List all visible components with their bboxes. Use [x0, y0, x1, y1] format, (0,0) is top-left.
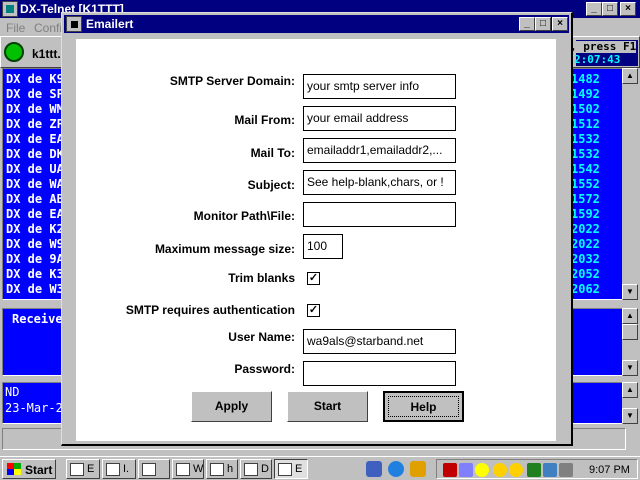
scroll-thumb[interactable]: [622, 324, 638, 340]
emailert-dialog: Emailert _ □ × SMTP Server Domain: Mail …: [61, 12, 573, 446]
start-label: Start: [25, 463, 53, 477]
smtp-server-label: SMTP Server Domain:: [169, 74, 295, 88]
dx-telnet-app-icon[interactable]: [2, 1, 18, 17]
emailert-app-icon[interactable]: [66, 16, 82, 32]
scroll-down-icon[interactable]: ▼: [622, 360, 638, 376]
start-menu-button[interactable]: Start: [2, 459, 56, 479]
spot-time: 1592: [571, 207, 600, 221]
sun-icon[interactable]: [509, 463, 523, 477]
monitor-path-label: Monitor Path\File:: [193, 209, 295, 223]
scroll-down-icon[interactable]: ▼: [622, 408, 638, 424]
help-hint-panel: , press F1 2:07:43: [570, 40, 638, 66]
spot-time: 2052: [571, 267, 600, 281]
taskbar-task-active[interactable]: E: [274, 459, 308, 479]
minimize-icon[interactable]: _: [519, 17, 535, 31]
media-player-icon[interactable]: [410, 461, 426, 477]
spot-time: 1502: [571, 102, 600, 116]
task-icon: [176, 463, 190, 476]
taskbar-task[interactable]: D: [240, 459, 272, 479]
system-tray: 9:07 PM: [436, 459, 638, 479]
scroll-up-icon[interactable]: ▲: [622, 308, 638, 324]
maximize-icon[interactable]: □: [535, 17, 551, 31]
smtp-auth-checkbox[interactable]: ✓: [307, 304, 320, 317]
minimize-icon[interactable]: _: [586, 2, 602, 16]
taskbar-task[interactable]: h: [206, 459, 238, 479]
user-name-input[interactable]: wa9als@starband.net: [303, 329, 456, 354]
emailert-form: SMTP Server Domain: Mail From: Mail To: …: [76, 39, 556, 441]
task-icon: [210, 463, 224, 476]
taskbar-task[interactable]: [138, 459, 170, 479]
utc-clock: 2:07:43: [574, 53, 621, 66]
spot-time: 2022: [571, 237, 600, 251]
tray-icon[interactable]: [559, 463, 573, 477]
network-icon[interactable]: [543, 463, 557, 477]
tray-icon[interactable]: [443, 463, 457, 477]
task-icon: [106, 463, 120, 476]
spot-time: 2032: [571, 252, 600, 266]
password-input[interactable]: [303, 361, 456, 386]
emailert-title: Emailert: [86, 17, 134, 31]
spot-time: 2062: [571, 282, 600, 296]
traffic-light-icon[interactable]: [527, 463, 541, 477]
scroll-up-icon[interactable]: ▲: [622, 68, 638, 84]
taskbar-task[interactable]: E: [66, 459, 100, 479]
quick-launch-icon[interactable]: [366, 461, 382, 477]
mail-from-input[interactable]: your email address: [303, 106, 456, 131]
taskbar-task[interactable]: I.: [102, 459, 136, 479]
task-icon: [244, 463, 258, 476]
spot-time: 2022: [571, 222, 600, 236]
help-button[interactable]: Help: [383, 391, 464, 422]
spot-time: 1512: [571, 117, 600, 131]
spot-time: 1492: [571, 87, 600, 101]
task-icon: [142, 463, 156, 476]
taskbar-task[interactable]: W: [172, 459, 204, 479]
smtp-auth-label: SMTP requires authentication: [125, 303, 295, 317]
smtp-server-input[interactable]: your smtp server info: [303, 74, 456, 99]
maximize-icon[interactable]: □: [602, 2, 618, 16]
tray-icon[interactable]: [459, 463, 473, 477]
taskbar: Start E I. W h D E 9:07 PM: [0, 456, 640, 480]
task-icon: [70, 463, 84, 476]
apply-button[interactable]: Apply: [191, 391, 272, 422]
taskbar-clock[interactable]: 9:07 PM: [589, 464, 630, 476]
start-button[interactable]: Start: [287, 391, 368, 422]
status-scrollbar[interactable]: ▲ ▼: [622, 382, 638, 424]
emailert-title-bar[interactable]: Emailert _ □ ×: [64, 15, 569, 33]
mail-from-label: Mail From:: [234, 113, 295, 127]
help-hint-text: , press F1: [570, 40, 637, 53]
password-label: Password:: [234, 362, 295, 376]
volume-icon[interactable]: [475, 463, 489, 477]
subject-input[interactable]: See help-blank,chars, or !: [303, 170, 456, 195]
mail-to-input[interactable]: emailaddr1,emailaddr2,...: [303, 138, 456, 163]
max-size-label: Maximum message size:: [154, 242, 295, 256]
received-scrollbar[interactable]: ▲ ▼: [622, 308, 638, 376]
max-size-input[interactable]: 100: [303, 234, 343, 259]
windows-logo-icon: [7, 463, 21, 475]
trim-blanks-label: Trim blanks: [228, 271, 295, 285]
scroll-up-icon[interactable]: ▲: [622, 382, 638, 398]
sun-icon[interactable]: [493, 463, 507, 477]
mail-to-label: Mail To:: [250, 146, 295, 160]
label-column: SMTP Server Domain: Mail From: Mail To: …: [76, 39, 295, 441]
status-line: ND: [5, 385, 20, 399]
spot-time: 1552: [571, 177, 600, 191]
connection-status-light-icon: [4, 42, 24, 62]
spot-time: 1542: [571, 162, 600, 176]
spots-scrollbar[interactable]: ▲ ▼: [622, 68, 638, 300]
spot-time: 1572: [571, 192, 600, 206]
internet-explorer-icon[interactable]: [388, 461, 404, 477]
spot-time: 1532: [571, 132, 600, 146]
trim-blanks-checkbox[interactable]: ✓: [307, 272, 320, 285]
spot-time: 1482: [571, 72, 600, 86]
scroll-down-icon[interactable]: ▼: [622, 284, 638, 300]
menu-file[interactable]: File: [6, 21, 25, 35]
spot-time: 1532: [571, 147, 600, 161]
user-name-label: User Name:: [228, 330, 295, 344]
close-icon[interactable]: ×: [552, 17, 568, 31]
close-icon[interactable]: ×: [620, 2, 636, 16]
subject-label: Subject:: [247, 178, 295, 192]
monitor-path-input[interactable]: [303, 202, 456, 227]
task-icon: [278, 463, 292, 476]
